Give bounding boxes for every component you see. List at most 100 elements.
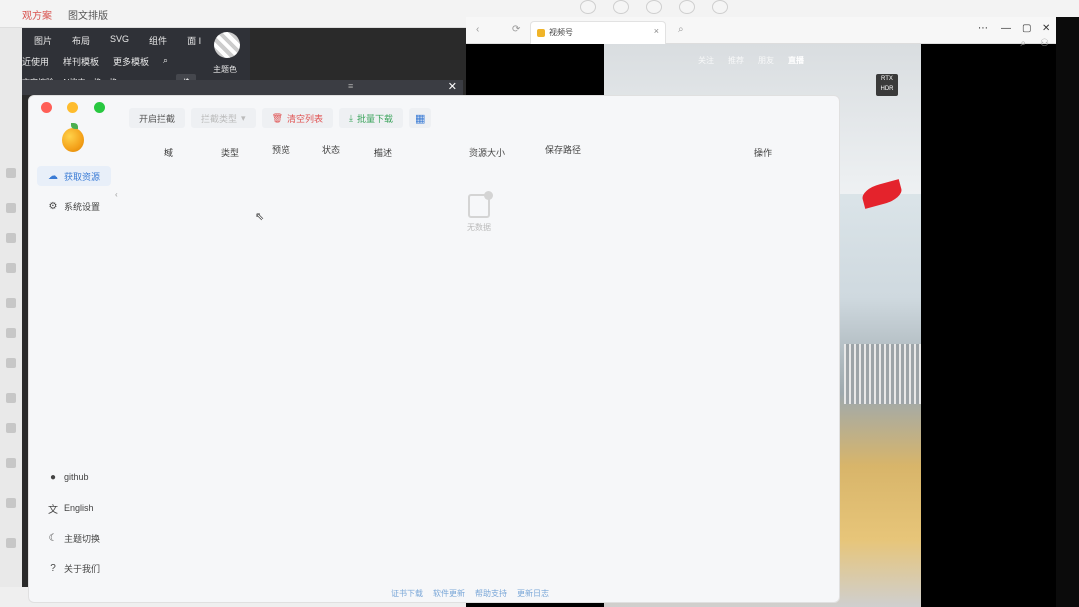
- gear-icon: ⚙: [48, 200, 58, 212]
- theme-color-swatch[interactable]: [214, 32, 240, 58]
- minimize-icon[interactable]: —: [1001, 23, 1011, 34]
- column-status: 状态: [322, 145, 341, 155]
- column-save-path: 保存路径: [545, 145, 582, 155]
- video-scene-railing: [844, 344, 921, 404]
- editor-tab[interactable]: 面 I: [187, 34, 201, 47]
- extension-icon[interactable]: [646, 0, 662, 14]
- intercept-type-label: 拦截类型: [201, 113, 238, 124]
- download-icon: ⤓: [349, 112, 353, 123]
- editor-tab[interactable]: SVG: [110, 34, 129, 47]
- clear-list-label: 清空列表: [287, 113, 324, 124]
- tab-favicon-icon: [537, 29, 545, 37]
- footer-link-help[interactable]: 帮助支持: [475, 588, 507, 599]
- app-logo-icon: [62, 123, 84, 152]
- video-tab-active[interactable]: 直播: [788, 55, 804, 66]
- empty-state: 无数据: [461, 191, 497, 233]
- collapse-handle-icon[interactable]: ‹: [115, 190, 118, 199]
- editor-recent[interactable]: 近使用: [22, 55, 49, 68]
- editor-template-row: 近使用 样刊模板 更多模板 ⌕: [22, 55, 168, 68]
- close-icon[interactable]: ✕: [448, 80, 457, 93]
- mouse-cursor-icon: ⇖: [255, 211, 265, 223]
- tab-search-icon[interactable]: ⌕: [678, 24, 684, 35]
- footer-links: 证书下载 软件更新 帮助支持 更新日志: [391, 588, 549, 599]
- translate-icon: 文: [48, 504, 58, 516]
- video-tab[interactable]: 朋友: [758, 55, 774, 66]
- background-title: 观方案: [22, 11, 52, 22]
- video-tab[interactable]: 推荐: [728, 55, 744, 66]
- toolbar: 开启拦截 拦截类型 ▾ 🗑 清空列表 ⤓ 批量下载 ▦: [129, 108, 432, 128]
- editor-tab[interactable]: 图片: [34, 34, 52, 47]
- video-tabs: 关注 推荐 朋友 直播: [698, 55, 804, 66]
- editor-tab[interactable]: 组件: [149, 34, 167, 47]
- video-tab[interactable]: 关注: [698, 55, 714, 66]
- sidebar-item-settings[interactable]: ⚙ 系统设置: [37, 196, 111, 216]
- video-top-icons: ⌕ ⚇: [1020, 38, 1049, 49]
- clear-list-button[interactable]: 🗑 清空列表: [261, 108, 334, 128]
- grid-view-button[interactable]: ▦: [409, 108, 432, 128]
- start-intercept-button[interactable]: 开启拦截: [129, 108, 186, 128]
- help-icon: ?: [50, 562, 56, 574]
- search-icon: ⌕: [164, 146, 170, 156]
- background-subbar: ≡ ✕: [22, 80, 463, 95]
- tab-title: 视频号: [549, 28, 573, 37]
- footer-link-changelog[interactable]: 更新日志: [517, 588, 549, 599]
- back-icon[interactable]: ‹: [476, 24, 479, 35]
- grid-icon: ▦: [415, 112, 426, 125]
- sidebar-item-label: 系统设置: [64, 201, 101, 212]
- theme-color-label: 主题色: [213, 65, 237, 74]
- background-subtitle: 图文排版: [68, 11, 108, 22]
- moon-icon: ☾: [48, 532, 58, 544]
- drag-handle-icon[interactable]: ≡: [348, 81, 353, 91]
- extension-icon[interactable]: [613, 0, 629, 14]
- footer-link-update[interactable]: 软件更新: [433, 588, 465, 599]
- cloud-icon: ☁: [48, 170, 58, 182]
- browser-extension-icons: [580, 0, 728, 14]
- extension-icon[interactable]: [679, 0, 695, 14]
- sort-icon: ⇅: [469, 146, 477, 156]
- intercept-type-select[interactable]: 拦截类型 ▾: [191, 108, 256, 128]
- background-left-strip: [0, 28, 22, 607]
- sidebar-item-about[interactable]: ? 关于我们: [37, 558, 111, 578]
- sidebar-item-github[interactable]: ● github: [37, 467, 111, 487]
- info-icon: ⓘ: [754, 148, 764, 158]
- rtx-hdr-badge: RTX HDR: [876, 74, 898, 96]
- start-intercept-label: 开启拦截: [139, 113, 176, 124]
- tab-close-icon[interactable]: ×: [654, 26, 659, 36]
- editor-tabs: 图片 布局 SVG 组件 面 I: [34, 34, 201, 47]
- close-window-icon[interactable]: ✕: [1042, 23, 1050, 34]
- extension-icon[interactable]: [580, 0, 596, 14]
- browser-titlebar: ‹ ⟳ 视频号 × ⌕ ⋯ — ▢ ✕: [466, 17, 1056, 44]
- menu-icon[interactable]: ⋯: [978, 23, 988, 34]
- extension-icon[interactable]: [712, 0, 728, 14]
- batch-download-button[interactable]: ⤓ 批量下载: [339, 108, 404, 128]
- maximize-icon[interactable]: ▢: [1022, 23, 1031, 34]
- dark-edge: [1056, 17, 1079, 607]
- trash-icon: 🗑: [271, 112, 283, 123]
- sidebar-item-label: 获取资源: [64, 171, 101, 182]
- column-preview: 预览: [272, 145, 291, 155]
- sidebar-item-get-resources[interactable]: ☁ 获取资源: [37, 166, 111, 186]
- reload-icon[interactable]: ⟳: [512, 24, 520, 35]
- footer-link-cert[interactable]: 证书下载: [391, 588, 423, 599]
- user-icon[interactable]: ⚇: [1040, 38, 1049, 49]
- empty-state-text: 无数据: [467, 223, 491, 232]
- sidebar: ☁ 获取资源 ‹ ⚙ 系统设置 ● github 文 English ☾ 主题切…: [29, 96, 121, 602]
- chevron-down-icon: ▾: [241, 112, 246, 123]
- sidebar-item-label: 关于我们: [64, 563, 101, 574]
- sidebar-item-label: github: [64, 472, 89, 482]
- app-window: ☁ 获取资源 ‹ ⚙ 系统设置 ● github 文 English ☾ 主题切…: [28, 95, 840, 603]
- github-icon: ●: [49, 471, 57, 483]
- search-icon[interactable]: ⌕: [163, 55, 168, 68]
- editor-more-templates[interactable]: 更多模板: [113, 55, 149, 68]
- editor-tab[interactable]: 布局: [72, 34, 90, 47]
- editor-template[interactable]: 样刊模板: [63, 55, 99, 68]
- batch-download-label: 批量下载: [357, 113, 394, 124]
- browser-tab[interactable]: 视频号 ×: [530, 21, 666, 44]
- table-header: 域 ⌕ 类型 ▾ 预览 状态 描述 ⌕ 资源大小 ⇅ 保存路径 操作 ⓘ: [164, 145, 773, 158]
- search-icon[interactable]: ⌕: [1020, 38, 1026, 49]
- filter-icon: ▾: [221, 146, 226, 156]
- search-icon: ⌕: [374, 146, 380, 156]
- empty-box-icon: [468, 191, 493, 218]
- sidebar-item-language[interactable]: 文 English: [37, 498, 111, 518]
- sidebar-item-theme[interactable]: ☾ 主题切换: [37, 528, 111, 548]
